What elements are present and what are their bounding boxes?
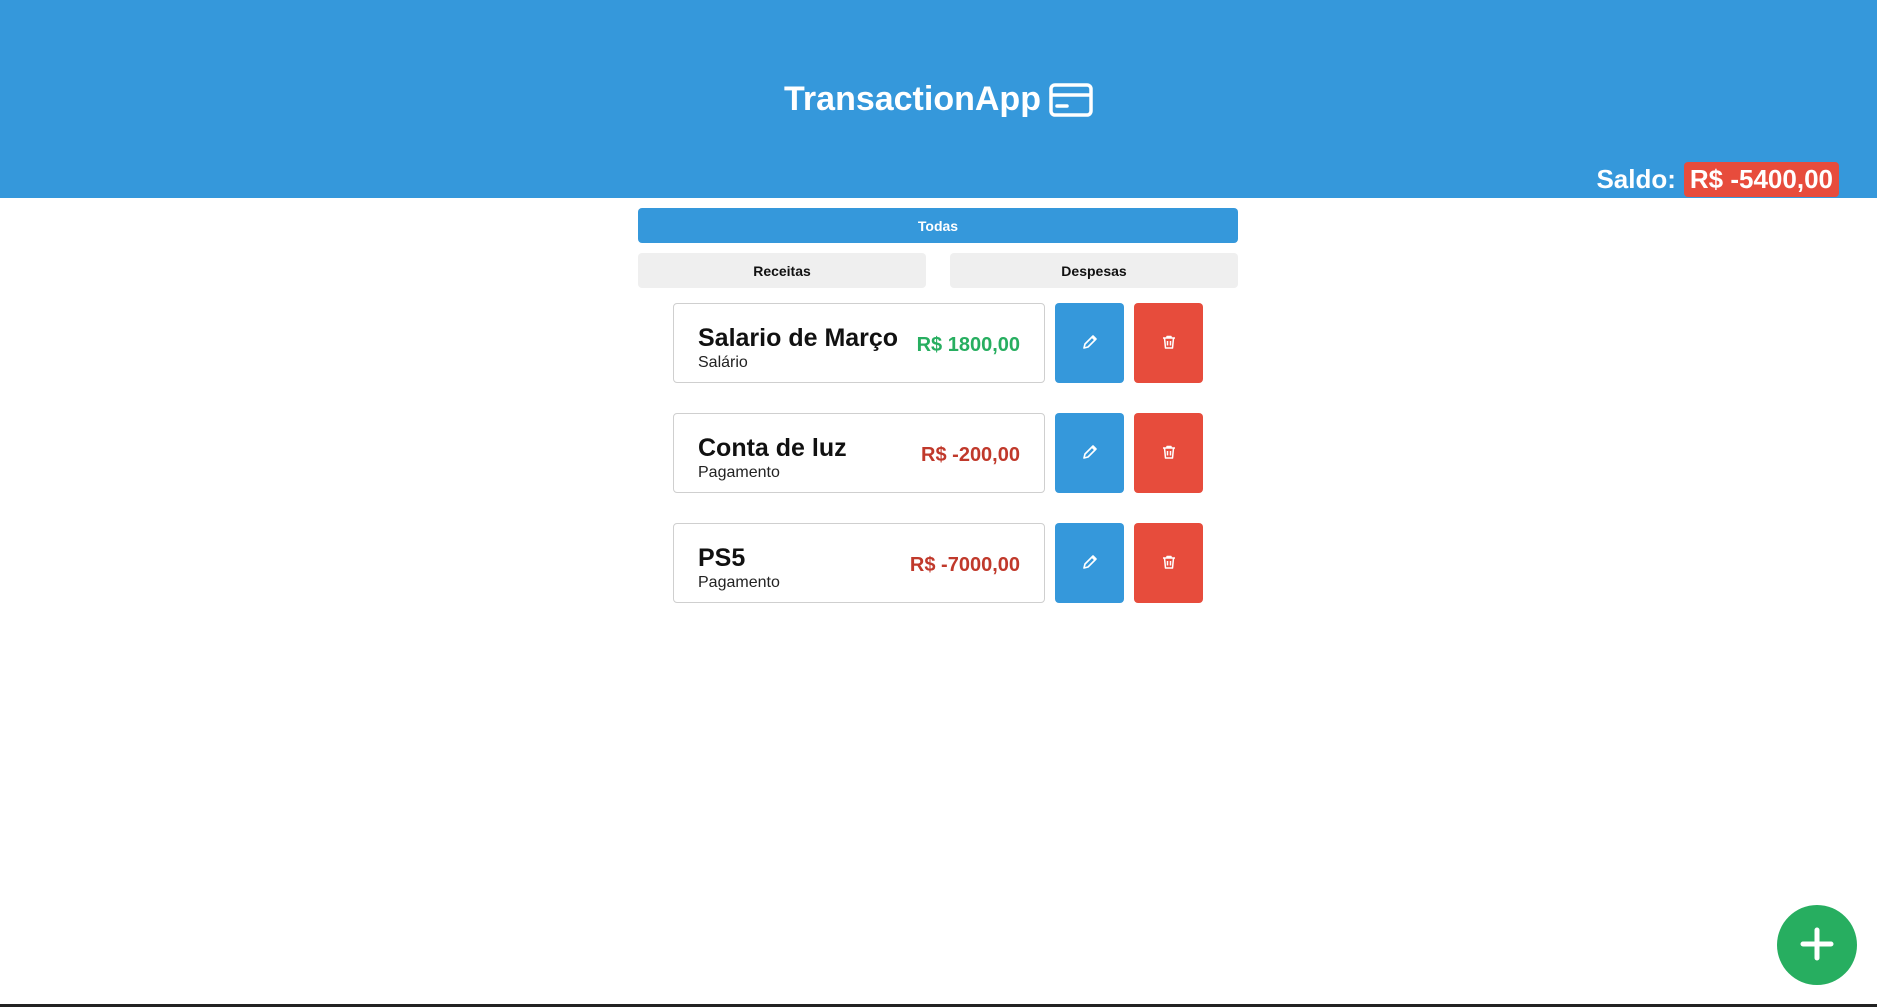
transaction-card[interactable]: PS5 Pagamento R$ -7000,00 <box>673 523 1045 603</box>
edit-button[interactable] <box>1055 523 1124 603</box>
delete-button[interactable] <box>1134 413 1203 493</box>
transaction-amount: R$ -200,00 <box>921 444 1020 466</box>
pencil-icon <box>1081 333 1099 354</box>
plus-icon <box>1800 927 1834 964</box>
trash-icon <box>1161 554 1177 573</box>
balance-label: Saldo: <box>1596 164 1676 194</box>
trash-icon <box>1161 334 1177 353</box>
credit-card-icon <box>1049 82 1093 117</box>
app-header: TransactionApp Saldo: R$ -5400,00 <box>0 0 1877 198</box>
pencil-icon <box>1081 553 1099 574</box>
transaction-title: Conta de luz <box>698 434 847 462</box>
filter-all-button[interactable]: Todas <box>638 208 1238 243</box>
filter-income-button[interactable]: Receitas <box>638 253 926 288</box>
transaction-amount: R$ -7000,00 <box>909 554 1020 576</box>
add-transaction-button[interactable] <box>1777 905 1857 985</box>
filter-expense-button[interactable]: Despesas <box>950 253 1238 288</box>
transaction-row: Salario de Março Salário R$ 1800,00 <box>673 303 1203 383</box>
transaction-category: Pagamento <box>698 574 780 591</box>
app-name: TransactionApp <box>784 80 1041 118</box>
transaction-card[interactable]: Salario de Março Salário R$ 1800,00 <box>673 303 1045 383</box>
transaction-card[interactable]: Conta de luz Pagamento R$ -200,00 <box>673 413 1045 493</box>
app-title: TransactionApp <box>0 80 1877 119</box>
balance-display: Saldo: R$ -5400,00 <box>1596 162 1839 197</box>
trash-icon <box>1161 444 1177 463</box>
delete-button[interactable] <box>1134 523 1203 603</box>
balance-value: R$ -5400,00 <box>1683 162 1839 197</box>
transaction-amount: R$ 1800,00 <box>916 334 1020 356</box>
transaction-title: Salario de Março <box>698 324 899 352</box>
edit-button[interactable] <box>1055 413 1124 493</box>
pencil-icon <box>1081 443 1099 464</box>
edit-button[interactable] <box>1055 303 1124 383</box>
delete-button[interactable] <box>1134 303 1203 383</box>
transaction-category: Salário <box>698 354 748 371</box>
transaction-title: PS5 <box>698 544 746 572</box>
transaction-category: Pagamento <box>698 464 780 481</box>
transaction-row: PS5 Pagamento R$ -7000,00 <box>673 523 1203 603</box>
transaction-row: Conta de luz Pagamento R$ -200,00 <box>673 413 1203 493</box>
